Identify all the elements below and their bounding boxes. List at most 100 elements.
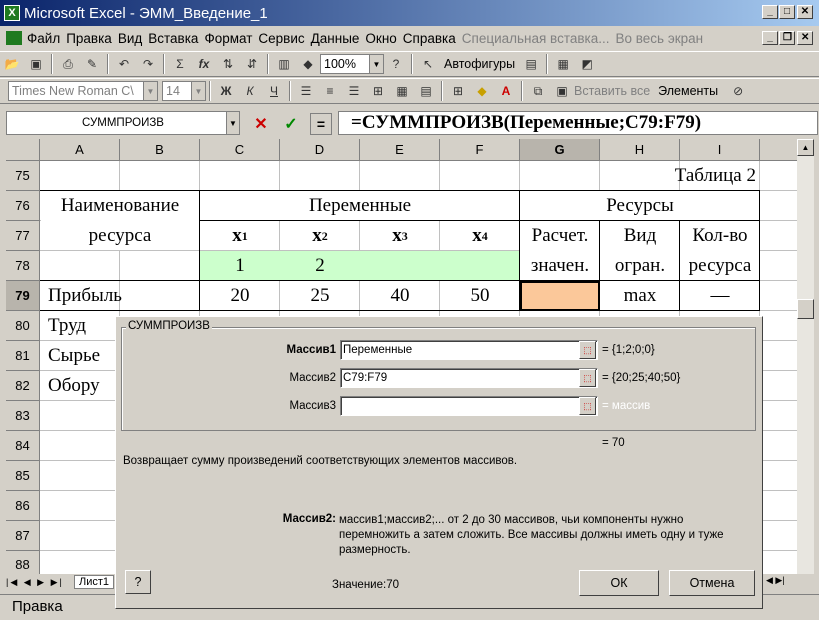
row-label-labor[interactable]: Труд (40, 311, 120, 341)
column-header-g[interactable]: G (520, 139, 600, 161)
name-box[interactable]: СУММПРОИЗВ (6, 111, 240, 135)
select-all-corner[interactable] (6, 139, 40, 161)
elements-button[interactable]: Элементы (658, 84, 726, 98)
clear-icon[interactable]: ⊘ (727, 81, 749, 101)
profit-coef-d[interactable]: 25 (280, 281, 360, 311)
sheet-nav-arrows-icon[interactable]: |◀ ◀ ▶ ▶| (6, 577, 64, 588)
ok-button[interactable]: ОК (579, 570, 659, 596)
drawing-icon[interactable]: ◆ (297, 54, 319, 74)
row-header-86[interactable]: 86 (6, 491, 40, 521)
cancel-button[interactable]: Отмена (669, 570, 755, 596)
sort-ascending-icon[interactable]: ⇅ (217, 54, 239, 74)
collapse-dialog-icon[interactable]: ⬚ (579, 397, 596, 415)
row-label-profit[interactable]: Прибыль (40, 281, 200, 311)
row-header-80[interactable]: 80 (6, 311, 40, 341)
row-header-78[interactable]: 78 (6, 251, 40, 281)
shadow-icon[interactable]: ◩ (576, 54, 598, 74)
column-header-e[interactable]: E (360, 139, 440, 161)
column-header-d[interactable]: D (280, 139, 360, 161)
menu-edit[interactable]: Правка (63, 31, 115, 46)
profit-kind[interactable]: max (600, 281, 680, 311)
menu-file[interactable]: Файл (24, 31, 63, 46)
borders-icon[interactable]: ⊞ (447, 81, 469, 101)
arg3-input[interactable] (340, 396, 598, 416)
autosum-icon[interactable]: Σ (169, 54, 191, 74)
var-value-x4[interactable] (440, 251, 520, 281)
column-header-b[interactable]: B (120, 139, 200, 161)
autoshapes-menu[interactable]: Автофигуры (440, 57, 519, 71)
menu-window[interactable]: Окно (362, 31, 399, 46)
undo-icon[interactable]: ↶ (113, 54, 135, 74)
sheet-tab-1[interactable]: Лист1 (74, 575, 115, 589)
format-painter-icon[interactable]: ✎ (81, 54, 103, 74)
align-right-icon[interactable]: ☰ (343, 81, 365, 101)
column-header-j[interactable] (760, 139, 800, 161)
copy-icon[interactable]: ⧉ (527, 81, 549, 101)
doc-restore-button[interactable]: ❐ (779, 31, 795, 45)
row-header-79[interactable]: 79 (6, 281, 40, 311)
arg1-input[interactable]: Переменные (340, 340, 598, 360)
maximize-button[interactable]: □ (779, 5, 795, 19)
align-left-icon[interactable]: ☰ (295, 81, 317, 101)
var-value-x1[interactable]: 1 (200, 251, 280, 281)
picture-icon[interactable]: ▦ (552, 54, 574, 74)
vertical-scrollbar[interactable]: ▲ (797, 139, 814, 579)
doc-close-button[interactable]: ✕ (797, 31, 813, 45)
menu-tools[interactable]: Сервис (255, 31, 307, 46)
edit-formula-button[interactable]: = (310, 113, 332, 135)
row-header-75[interactable]: 75 (6, 161, 40, 191)
font-color-icon[interactable]: A (495, 81, 517, 101)
zoom-select[interactable]: 100% ▼ (320, 54, 384, 74)
menu-help[interactable]: Справка (400, 31, 459, 46)
active-cell-g79[interactable] (520, 281, 600, 311)
underline-button[interactable]: Ч (263, 81, 285, 101)
help-icon[interactable]: ? (385, 54, 407, 74)
profit-coef-e[interactable]: 40 (360, 281, 440, 311)
paste-all-button[interactable]: Вставить все (574, 84, 658, 98)
italic-button[interactable]: К (239, 81, 261, 101)
profit-coef-c[interactable]: 20 (200, 281, 280, 311)
save-icon[interactable]: ▣ (25, 54, 47, 74)
menu-data[interactable]: Данные (308, 31, 363, 46)
hscroll-arrows-icon[interactable]: ◀ ▶| (766, 575, 785, 586)
grid-icon[interactable]: ▦ (391, 81, 413, 101)
open-icon[interactable]: 📂 (1, 54, 23, 74)
function-icon[interactable]: fx (193, 54, 215, 74)
menu-view[interactable]: Вид (115, 31, 145, 46)
cancel-formula-button[interactable]: ✕ (250, 113, 272, 135)
text-box-icon[interactable]: ▤ (520, 54, 542, 74)
enter-formula-button[interactable]: ✓ (280, 113, 302, 135)
font-select[interactable]: Times New Roman C\ ▼ (8, 81, 158, 101)
chevron-down-icon[interactable]: ▼ (226, 111, 240, 135)
column-header-h[interactable]: H (600, 139, 680, 161)
redo-icon[interactable]: ↷ (137, 54, 159, 74)
profit-qty[interactable]: — (680, 281, 760, 311)
menu-format[interactable]: Формат (201, 31, 255, 46)
fill-color-icon[interactable]: ◆ (471, 81, 493, 101)
column-header-f[interactable]: F (440, 139, 520, 161)
row-header-82[interactable]: 82 (6, 371, 40, 401)
arg2-input[interactable]: C79:F79 (340, 368, 598, 388)
row-header-85[interactable]: 85 (6, 461, 40, 491)
table-icon[interactable]: ▤ (415, 81, 437, 101)
bold-button[interactable]: Ж (215, 81, 237, 101)
row-header-87[interactable]: 87 (6, 521, 40, 551)
column-header-a[interactable]: A (40, 139, 120, 161)
sort-descending-icon[interactable]: ⇵ (241, 54, 263, 74)
profit-coef-f[interactable]: 50 (440, 281, 520, 311)
row-header-76[interactable]: 76 (6, 191, 40, 221)
minimize-button[interactable]: _ (762, 5, 778, 19)
print-preview-icon[interactable]: ⎙ (57, 54, 79, 74)
column-header-c[interactable]: C (200, 139, 280, 161)
help-icon[interactable]: ? (125, 570, 151, 594)
close-button[interactable]: ✕ (797, 5, 813, 19)
doc-minimize-button[interactable]: _ (762, 31, 778, 45)
paste-all-icon[interactable]: ▣ (551, 81, 573, 101)
align-center-icon[interactable]: ≡ (319, 81, 341, 101)
column-header-i[interactable]: I (680, 139, 760, 161)
scroll-thumb[interactable] (797, 299, 814, 319)
collapse-dialog-icon[interactable]: ⬚ (579, 369, 596, 387)
formula-input[interactable]: =СУММПРОИЗВ(Переменные;C79:F79) (338, 111, 818, 135)
font-size-select[interactable]: 14 ▼ (162, 81, 206, 101)
collapse-dialog-icon[interactable]: ⬚ (579, 341, 596, 359)
